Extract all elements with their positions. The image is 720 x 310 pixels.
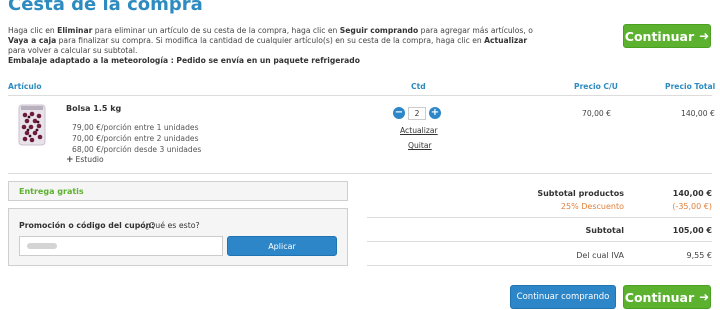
product-extra[interactable]: + Estudio xyxy=(66,155,104,165)
free-shipping-panel: Entrega gratis xyxy=(8,181,348,201)
vat-value: 9,55 € xyxy=(686,251,712,260)
continue-button-top[interactable]: Continuar ➜ xyxy=(623,24,711,48)
unit-price: 70,00 € xyxy=(582,109,611,118)
subtotal-label: Subtotal xyxy=(585,226,624,235)
page-title: Cesta de la compra xyxy=(8,0,203,15)
increase-quantity-button[interactable]: + xyxy=(429,107,441,119)
divider xyxy=(367,217,712,218)
divider xyxy=(8,95,712,96)
coupon-code-input[interactable] xyxy=(19,236,223,256)
arrow-right-icon: ➜ xyxy=(699,29,710,43)
subtotal-products-value: 140,00 € xyxy=(672,189,712,198)
price-tier: 79,00 €/porción entre 1 unidades xyxy=(72,123,199,132)
quantity-input[interactable]: 2 xyxy=(408,106,426,120)
packaging-note: Embalaje adaptado a la meteorología : Pe… xyxy=(8,56,360,65)
vat-label: Del cual IVA xyxy=(576,251,624,260)
free-shipping-label: Entrega gratis xyxy=(19,187,84,196)
arrow-right-icon: ➜ xyxy=(699,290,710,304)
price-tier: 70,00 €/porción entre 2 unidades xyxy=(72,134,199,143)
update-link[interactable]: Actualizar xyxy=(400,126,438,135)
total-price: 140,00 € xyxy=(681,109,715,118)
continue-shopping-button[interactable]: Continuar comprando xyxy=(510,285,616,309)
divider xyxy=(367,241,712,242)
divider xyxy=(8,173,712,174)
plus-icon: + xyxy=(66,155,74,165)
product-name: Bolsa 1.5 kg xyxy=(66,104,122,113)
divider xyxy=(367,265,712,266)
coupon-label: Promoción o código del cupón: xyxy=(19,221,155,230)
price-tier: 68,00 €/porción desde 3 unidades xyxy=(72,145,202,154)
coupon-help-link[interactable]: ¿Qué es esto? xyxy=(145,221,200,230)
header-article: Artículo xyxy=(8,82,42,91)
continue-button-bottom[interactable]: Continuar ➜ xyxy=(623,285,711,309)
coupon-panel: Promoción o código del cupón: ¿Qué es es… xyxy=(8,208,348,266)
quantity-stepper: − 2 + xyxy=(393,106,441,120)
subtotal-products-label: Subtotal productos xyxy=(537,189,624,198)
discount-value: (-35,00 €) xyxy=(672,202,712,211)
product-image xyxy=(18,104,46,146)
header-total-price: Precio Total xyxy=(665,82,716,91)
decrease-quantity-button[interactable]: − xyxy=(393,107,405,119)
header-quantity: Ctd xyxy=(411,82,426,91)
remove-link[interactable]: Quitar xyxy=(408,141,432,150)
header-unit-price: Precio C/U xyxy=(574,82,618,91)
blurred-code xyxy=(27,243,57,249)
discount-label: 25% Descuento xyxy=(560,202,624,211)
subtotal-value: 105,00 € xyxy=(672,226,712,235)
apply-coupon-button[interactable]: Aplicar xyxy=(227,236,337,256)
intro-text: Haga clic en Eliminar para eliminar un a… xyxy=(8,26,533,65)
